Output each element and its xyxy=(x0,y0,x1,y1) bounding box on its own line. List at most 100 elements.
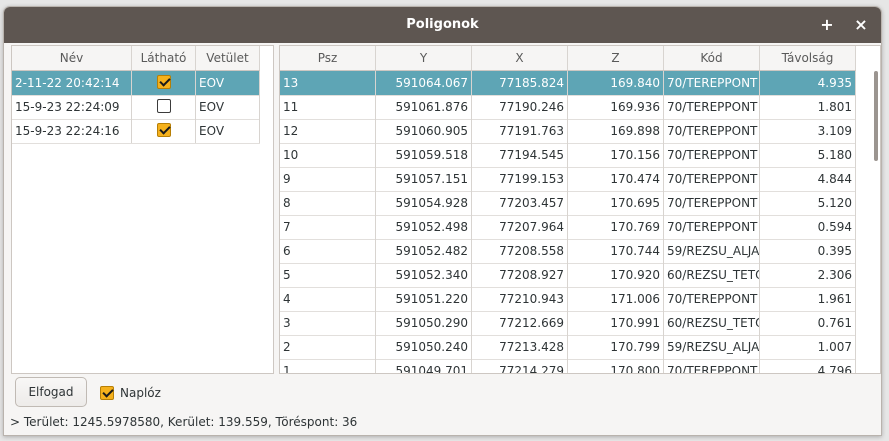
code-cell: 70/TEREPPONT xyxy=(664,71,760,95)
table-row[interactable]: 15-9-23 22:24:09 EOV xyxy=(12,95,260,120)
code-cell: 60/REZSU_TETO xyxy=(664,263,760,287)
y-cell: 591054.928 xyxy=(376,191,472,215)
z-cell: 169.898 xyxy=(568,119,664,143)
z-cell: 169.936 xyxy=(568,95,664,119)
table-row[interactable]: 15-9-23 22:24:16 EOV xyxy=(12,119,260,144)
layer-name-cell: 2-11-22 20:42:14 xyxy=(12,71,132,95)
y-cell: 591049.701 xyxy=(376,359,472,373)
point-number-cell: 11 xyxy=(280,95,376,119)
layer-visible-cell xyxy=(132,119,196,143)
x-cell: 77190.246 xyxy=(472,95,568,119)
x-cell: 77203.457 xyxy=(472,191,568,215)
column-header-kod[interactable]: Kód xyxy=(664,46,760,70)
point-number-cell: 3 xyxy=(280,311,376,335)
point-number-cell: 4 xyxy=(280,287,376,311)
code-cell: 59/REZSU_ALJA xyxy=(664,335,760,359)
y-cell: 591052.482 xyxy=(376,239,472,263)
log-checkbox-toggle[interactable]: Naplóz xyxy=(100,384,161,402)
x-cell: 77194.545 xyxy=(472,143,568,167)
distance-cell: 4.935 xyxy=(760,71,856,95)
y-cell: 591052.340 xyxy=(376,263,472,287)
table-row[interactable]: 2 591050.240 77213.428 170.799 59/REZSU_ALJA… xyxy=(280,335,856,360)
distance-cell: 0.594 xyxy=(760,215,856,239)
point-number-cell: 6 xyxy=(280,239,376,263)
column-header-name[interactable]: Név xyxy=(12,46,132,70)
layer-projection-cell: EOV xyxy=(196,119,260,143)
visible-checkbox[interactable] xyxy=(156,75,171,89)
table-row[interactable]: 2-11-22 20:42:14 EOV xyxy=(12,71,260,96)
points-table-header: Psz Y X Z Kód Távolság xyxy=(280,46,856,71)
distance-cell: 5.180 xyxy=(760,143,856,167)
table-row[interactable]: 6 591052.482 77208.558 170.744 59/REZSU_ALJA… xyxy=(280,239,856,264)
code-cell: 70/TEREPPONT xyxy=(664,143,760,167)
distance-cell: 0.761 xyxy=(760,311,856,335)
code-cell: 70/TEREPPONT xyxy=(664,95,760,119)
column-header-y[interactable]: Y xyxy=(376,46,472,70)
table-row[interactable]: 3 591050.290 77212.669 170.991 60/REZSU_TETO… xyxy=(280,311,856,336)
point-number-cell: 1 xyxy=(280,359,376,373)
code-cell: 70/TEREPPONT xyxy=(664,167,760,191)
column-header-projection[interactable]: Vetület xyxy=(196,46,260,70)
code-cell: 70/TEREPPONT xyxy=(664,359,760,373)
vertical-scrollbar[interactable] xyxy=(874,71,878,161)
table-row[interactable]: 13 591064.067 77185.824 169.840 70/TEREPPONT… xyxy=(280,71,856,96)
point-number-cell: 5 xyxy=(280,263,376,287)
z-cell: 170.799 xyxy=(568,335,664,359)
distance-cell: 4.844 xyxy=(760,167,856,191)
x-cell: 77210.943 xyxy=(472,287,568,311)
column-header-psz[interactable]: Psz xyxy=(280,46,376,70)
code-cell: 60/REZSU_TETO xyxy=(664,311,760,335)
table-row[interactable]: 5 591052.340 77208.927 170.920 60/REZSU_TETO… xyxy=(280,263,856,288)
x-cell: 77207.964 xyxy=(472,215,568,239)
z-cell: 171.006 xyxy=(568,287,664,311)
column-header-z[interactable]: Z xyxy=(568,46,664,70)
layers-table-header: Név Látható Vetület xyxy=(12,46,260,71)
layer-projection-cell: EOV xyxy=(196,95,260,119)
visible-checkbox[interactable] xyxy=(156,123,171,137)
code-cell: 70/TEREPPONT xyxy=(664,215,760,239)
status-text: > Terület: 1245.5978580, Kerület: 139.55… xyxy=(10,415,358,429)
z-cell: 170.769 xyxy=(568,215,664,239)
point-number-cell: 13 xyxy=(280,71,376,95)
layer-visible-cell xyxy=(132,95,196,119)
layer-name-cell: 15-9-23 22:24:16 xyxy=(12,119,132,143)
column-header-x[interactable]: X xyxy=(472,46,568,70)
table-row[interactable]: 10 591059.518 77194.545 170.156 70/TEREPPONT… xyxy=(280,143,856,168)
point-number-cell: 8 xyxy=(280,191,376,215)
layer-visible-cell xyxy=(132,71,196,95)
distance-cell: 2.306 xyxy=(760,263,856,287)
table-row[interactable]: 12 591060.905 77191.763 169.898 70/TEREPPONT… xyxy=(280,119,856,144)
column-header-tavolsag[interactable]: Távolság xyxy=(760,46,856,70)
y-cell: 591060.905 xyxy=(376,119,472,143)
point-number-cell: 7 xyxy=(280,215,376,239)
table-row[interactable]: 11 591061.876 77190.246 169.936 70/TEREPPONT… xyxy=(280,95,856,120)
y-cell: 591059.518 xyxy=(376,143,472,167)
x-cell: 77212.669 xyxy=(472,311,568,335)
visible-checkbox[interactable] xyxy=(156,99,171,113)
distance-cell: 1.801 xyxy=(760,95,856,119)
z-cell: 169.840 xyxy=(568,71,664,95)
add-icon[interactable]: + xyxy=(816,14,838,36)
distance-cell: 0.395 xyxy=(760,239,856,263)
distance-cell: 4.796 xyxy=(760,359,856,373)
layer-projection-cell: EOV xyxy=(196,71,260,95)
table-row[interactable]: 7 591052.498 77207.964 170.769 70/TEREPPONT 0… xyxy=(280,215,856,240)
layer-name-cell: 15-9-23 22:24:09 xyxy=(12,95,132,119)
table-row[interactable]: 8 591054.928 77203.457 170.695 70/TEREPPONT 5… xyxy=(280,191,856,216)
x-cell: 77208.558 xyxy=(472,239,568,263)
y-cell: 591061.876 xyxy=(376,95,472,119)
x-cell: 77199.153 xyxy=(472,167,568,191)
code-cell: 59/REZSU_ALJA xyxy=(664,239,760,263)
accept-button[interactable]: Elfogad xyxy=(15,377,87,407)
column-header-visible[interactable]: Látható xyxy=(132,46,196,70)
log-checkbox-label: Naplóz xyxy=(120,386,161,400)
y-cell: 591050.240 xyxy=(376,335,472,359)
log-checkbox[interactable] xyxy=(100,386,114,400)
table-row[interactable]: 4 591051.220 77210.943 171.006 70/TEREPPONT 1… xyxy=(280,287,856,312)
table-row[interactable]: 1 591049.701 77214.279 170.800 70/TEREPPONT 4… xyxy=(280,359,856,373)
point-number-cell: 9 xyxy=(280,167,376,191)
close-icon[interactable]: × xyxy=(850,14,872,36)
table-row[interactable]: 9 591057.151 77199.153 170.474 70/TEREPPONT 4… xyxy=(280,167,856,192)
titlebar: Poligonok + × xyxy=(4,7,881,43)
distance-cell: 1.007 xyxy=(760,335,856,359)
